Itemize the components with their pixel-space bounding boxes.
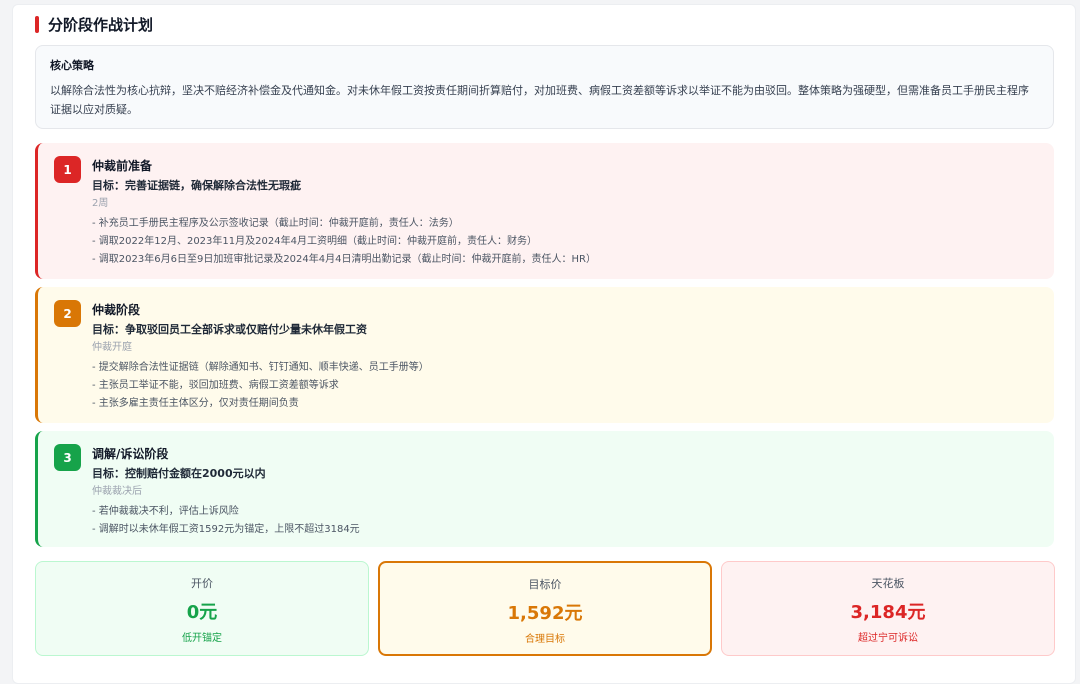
phase-number-badge: 2 xyxy=(54,300,81,327)
phase-duration: 仲裁开庭 xyxy=(92,342,132,353)
core-strategy-heading: 核心策略 xyxy=(50,59,94,72)
price-label: 目标价 xyxy=(528,578,562,591)
section-title-text: 分阶段作战计划 xyxy=(48,15,154,34)
phase-goal: 目标：争取驳回员工全部诉求或仅赔付少量未休年假工资 xyxy=(92,323,367,336)
phase-task-item: - 提交解除合法性证据链（解除通知书、钉钉通知、顺丰快递、员工手册等） xyxy=(92,362,429,373)
phase-number-badge: 1 xyxy=(54,156,81,183)
phase-task-item: - 调取2023年6月6日至9日加班审批记录及2024年4月4日清明出勤记录（截… xyxy=(92,254,596,265)
phase-duration: 仲裁裁决后 xyxy=(92,486,142,497)
phase-task-item: - 调取2022年12月、2023年11月及2024年4月工资明细（截止时间：仲… xyxy=(92,236,537,247)
core-strategy-text: 以解除合法性为核心抗辩，坚决不赔经济补偿金及代通知金。对未休年假工资按责任期间折… xyxy=(50,84,1029,116)
phase-task-item: - 若仲裁裁决不利，评估上诉风险 xyxy=(92,506,239,517)
phase-goal: 目标：完善证据链，确保解除合法性无瑕疵 xyxy=(92,179,301,192)
phase-duration: 2周 xyxy=(92,198,109,209)
phase-name: 仲裁前准备 xyxy=(92,159,153,173)
phase-name: 调解/诉讼阶段 xyxy=(92,447,169,461)
opening-price-card: 开价 0元 低开锚定 xyxy=(35,561,369,656)
phase-number-badge: 3 xyxy=(54,444,81,471)
price-note: 合理目标 xyxy=(525,634,565,645)
price-value: 0元 xyxy=(186,602,218,623)
phase-task-list: - 若仲裁裁决不利，评估上诉风险 - 调解时以未休年假工资1592元为锚定，上限… xyxy=(92,503,1040,539)
plan-card: 分阶段作战计划 核心策略 以解除合法性为核心抗辩，坚决不赔经济补偿金及代通知金。… xyxy=(12,4,1076,684)
core-strategy-box: 核心策略 以解除合法性为核心抗辩，坚决不赔经济补偿金及代通知金。对未休年假工资按… xyxy=(35,45,1054,129)
phase-3-card: 3 调解/诉讼阶段 目标：控制赔付金额在2000元以内 仲裁裁决后 - 若仲裁裁… xyxy=(35,431,1054,547)
phase-goal: 目标：控制赔付金额在2000元以内 xyxy=(92,467,266,480)
target-price-card: 目标价 1,592元 合理目标 xyxy=(378,561,712,656)
title-accent-bar xyxy=(35,15,39,33)
phase-task-item: - 主张多雇主责任主体区分，仅对责任期间负责 xyxy=(92,398,299,409)
phase-task-list: - 提交解除合法性证据链（解除通知书、钉钉通知、顺丰快递、员工手册等） - 主张… xyxy=(92,359,1040,413)
phase-task-list: - 补充员工手册民主程序及公示签收记录（截止时间：仲裁开庭前，责任人：法务） -… xyxy=(92,215,1040,269)
price-value: 3,184元 xyxy=(850,602,926,623)
ceiling-price-card: 天花板 3,184元 超过宁可诉讼 xyxy=(721,561,1055,656)
price-label: 开价 xyxy=(191,577,213,590)
phase-task-item: - 主张员工举证不能，驳回加班费、病假工资差额等诉求 xyxy=(92,380,339,391)
price-note: 超过宁可诉讼 xyxy=(858,633,918,644)
section-title: 分阶段作战计划 xyxy=(35,12,153,36)
phase-2-card: 2 仲裁阶段 目标：争取驳回员工全部诉求或仅赔付少量未休年假工资 仲裁开庭 - … xyxy=(35,287,1054,423)
price-value: 1,592元 xyxy=(507,603,583,624)
price-note: 低开锚定 xyxy=(182,633,222,644)
price-label: 天花板 xyxy=(871,577,905,590)
phase-task-item: - 调解时以未休年假工资1592元为锚定，上限不超过3184元 xyxy=(92,524,360,535)
phase-task-item: - 补充员工手册民主程序及公示签收记录（截止时间：仲裁开庭前，责任人：法务） xyxy=(92,218,459,229)
phase-name: 仲裁阶段 xyxy=(92,303,141,317)
phase-1-card: 1 仲裁前准备 目标：完善证据链，确保解除合法性无瑕疵 2周 - 补充员工手册民… xyxy=(35,143,1054,279)
